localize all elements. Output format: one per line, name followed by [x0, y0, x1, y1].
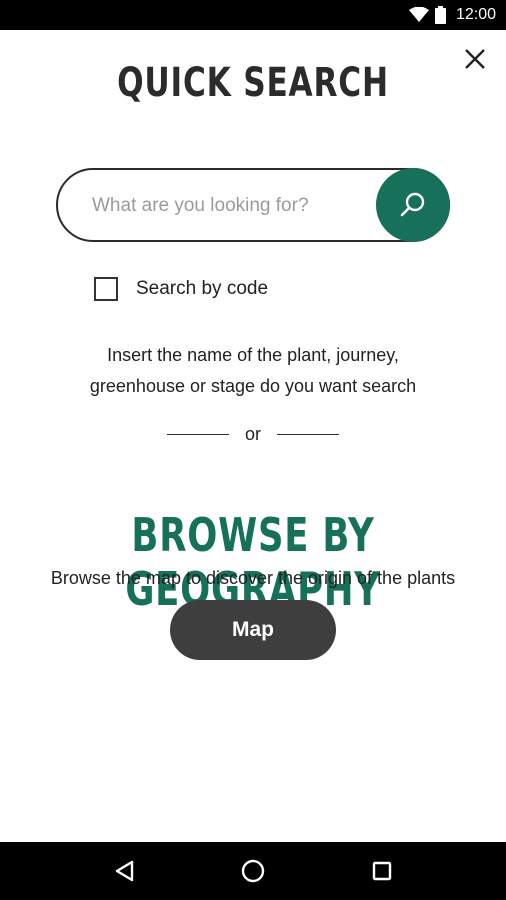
- status-bar: 12:00: [0, 0, 506, 30]
- close-button[interactable]: [462, 46, 488, 72]
- back-icon: [116, 860, 134, 882]
- close-icon: [465, 49, 485, 69]
- search-by-code-checkbox[interactable]: [94, 277, 118, 301]
- search-hint-line1: Insert the name of the plant, journey,: [107, 345, 399, 365]
- recents-icon: [372, 861, 391, 881]
- page-title: QUICK SEARCH: [117, 60, 389, 106]
- search-icon: [400, 192, 425, 217]
- back-button[interactable]: [104, 851, 144, 891]
- search-button[interactable]: [376, 168, 450, 242]
- recents-button[interactable]: [362, 851, 402, 891]
- search-hint: Insert the name of the plant, journey, g…: [60, 340, 446, 402]
- status-time: 12:00: [455, 6, 496, 23]
- wifi-icon: [408, 7, 429, 23]
- search-field[interactable]: [56, 168, 450, 242]
- or-divider: or: [0, 422, 506, 446]
- divider-text: or: [244, 423, 261, 444]
- home-button[interactable]: [233, 851, 273, 891]
- browse-geography-subtitle: Browse the map to discover the origin of…: [50, 568, 456, 588]
- search-by-code-label: Search by code: [136, 278, 269, 299]
- search-input[interactable]: [92, 190, 372, 222]
- home-icon: [241, 859, 265, 883]
- map-button[interactable]: Map: [170, 600, 336, 660]
- search-by-code-row: Search by code: [94, 277, 268, 301]
- divider-line-right: [277, 433, 339, 435]
- battery-icon: [434, 6, 446, 24]
- divider-line-left: [166, 433, 229, 435]
- search-hint-line2: greenhouse or stage do you want search: [89, 376, 417, 396]
- navigation-bar: [0, 842, 506, 900]
